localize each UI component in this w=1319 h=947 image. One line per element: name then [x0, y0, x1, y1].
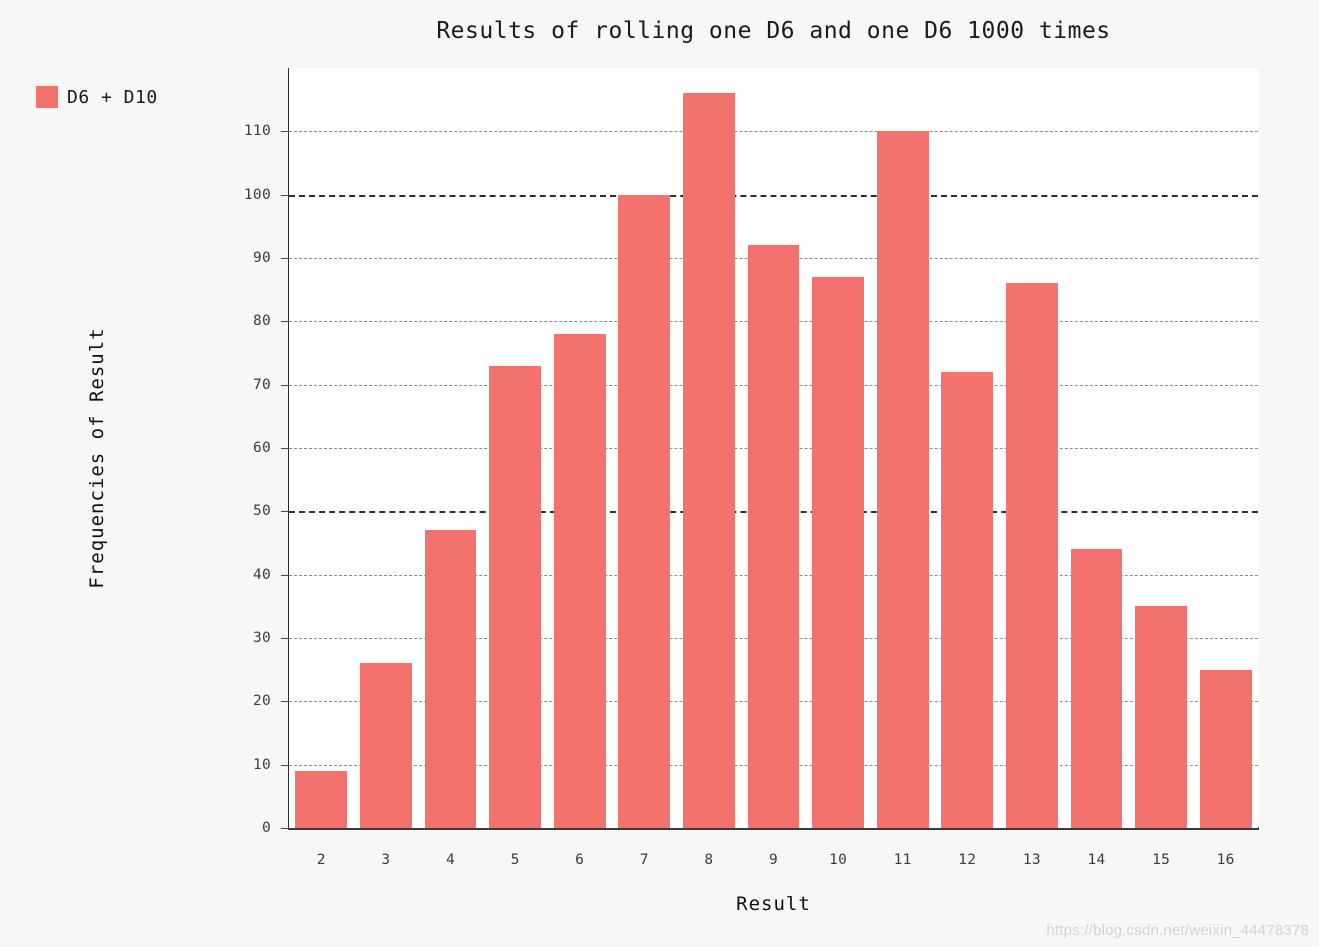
x-tick-label-7: 7	[639, 852, 649, 868]
y-tick-label-40: 40	[252, 566, 271, 583]
x-tick-label-6: 6	[575, 852, 585, 868]
y-tick-mark-40	[281, 574, 289, 576]
bar-12	[941, 372, 994, 828]
x-tick-label-5: 5	[510, 852, 520, 868]
y-tick-mark-110	[281, 131, 289, 133]
bar-5	[489, 365, 541, 828]
y-tick-mark-50	[281, 511, 289, 513]
bar-13	[1006, 283, 1058, 828]
y-tick-label-70: 70	[252, 376, 271, 393]
y-tick-mark-20	[281, 701, 289, 703]
bar-3	[360, 663, 412, 828]
y-tick-mark-100	[281, 194, 289, 196]
bar-10	[812, 277, 864, 828]
bar-4	[424, 530, 477, 828]
bar-16	[1199, 669, 1252, 828]
y-tick-label-80: 80	[252, 313, 271, 330]
x-tick-label-14: 14	[1087, 852, 1106, 868]
y-tick-label-30: 30	[252, 630, 271, 646]
x-tick-label-10: 10	[829, 852, 848, 868]
y-tick-mark-10	[281, 764, 289, 766]
y-tick-mark-90	[281, 258, 289, 259]
x-tick-label-13: 13	[1022, 852, 1041, 868]
bar-6	[553, 334, 606, 828]
bar-15	[1135, 606, 1187, 828]
y-tick-label-10: 10	[252, 756, 271, 773]
y-tick-mark-60	[281, 448, 289, 449]
y-tick-mark-80	[281, 321, 289, 323]
y-tick-label-60: 60	[252, 440, 271, 456]
bar-2	[295, 771, 348, 828]
x-tick-label-11: 11	[893, 852, 912, 868]
legend-entry-label: D6 + D10	[67, 86, 158, 108]
x-tick-label-15: 15	[1152, 852, 1171, 868]
legend-color-swatch	[36, 86, 58, 108]
bar-7	[618, 194, 671, 828]
gridline-y-100	[289, 194, 1258, 197]
bar-8	[683, 93, 735, 828]
x-tick-label-8: 8	[704, 852, 714, 868]
x-tick-label-2: 2	[316, 852, 326, 868]
y-tick-label-50: 50	[252, 503, 271, 520]
x-tick-label-9: 9	[768, 852, 779, 868]
plot-area	[289, 68, 1258, 828]
bar-chart-figure: Results of rolling one D6 and one D6 100…	[0, 0, 1319, 947]
y-tick-mark-30	[281, 638, 289, 639]
bar-9	[747, 245, 800, 828]
x-tick-label-16: 16	[1216, 852, 1235, 868]
bar-14	[1070, 549, 1123, 828]
bar-11	[876, 131, 929, 828]
x-tick-label-12: 12	[958, 852, 977, 868]
y-axis-title: Frequencies of Result	[86, 327, 108, 589]
chart-legend: D6 + D10	[36, 86, 158, 108]
y-tick-label-100: 100	[243, 186, 271, 203]
watermark-text: https://blog.csdn.net/weixin_44478378	[1046, 922, 1309, 939]
y-tick-label-110: 110	[243, 123, 271, 140]
x-tick-label-4: 4	[445, 852, 456, 868]
y-tick-label-90: 90	[252, 250, 271, 266]
y-tick-label-0: 0	[261, 820, 271, 836]
y-tick-mark-70	[281, 384, 289, 386]
y-tick-mark-0	[281, 828, 289, 829]
x-tick-label-3: 3	[381, 852, 391, 868]
gridline-y-110	[289, 131, 1258, 133]
y-tick-label-20: 20	[252, 693, 271, 710]
x-axis-title: Result	[736, 893, 811, 915]
chart-title: Results of rolling one D6 and one D6 100…	[436, 18, 1111, 44]
